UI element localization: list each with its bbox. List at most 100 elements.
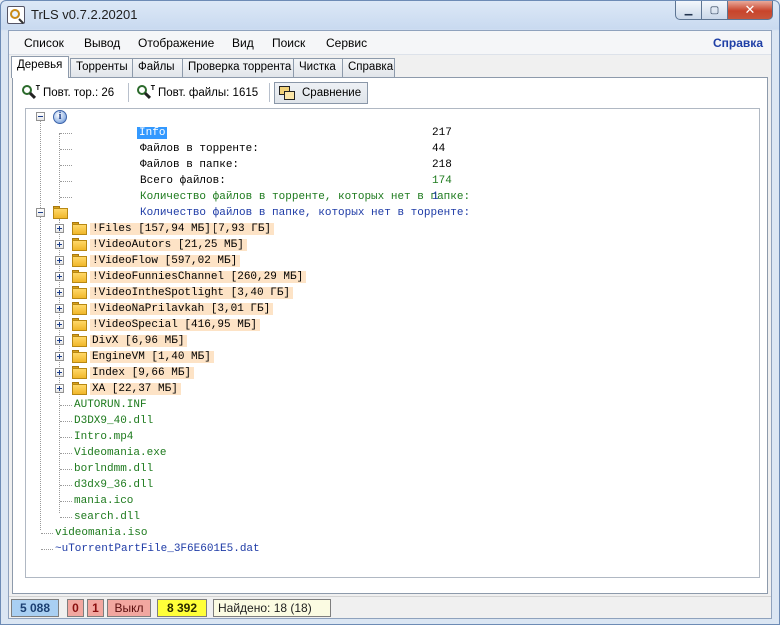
folder-icon — [72, 302, 87, 315]
repeat-files-button[interactable]: T Повт. файлы: 1615 — [136, 82, 258, 104]
expand-toggle[interactable] — [55, 224, 64, 233]
menu-display[interactable]: Отображение — [138, 36, 214, 50]
expand-toggle[interactable] — [55, 368, 64, 377]
repeat-torrents-button[interactable]: T Повт. тор.: 26 — [21, 82, 114, 104]
toolbar-separator — [269, 83, 270, 102]
status-bar: 5 088 0 1 Выкл 8 392 Найдено: 18 (18) — [9, 596, 771, 618]
tab-files[interactable]: Файлы — [132, 58, 183, 77]
info-stat-row[interactable]: Количество файлов в торренте, которых не… — [74, 173, 470, 203]
folder-icon — [72, 382, 87, 395]
subfolder-item[interactable]: XA [22,37 МБ] — [90, 383, 181, 395]
status-total: 8 392 — [157, 599, 207, 617]
client-area: Список Вывод Отображение Вид Поиск Серви… — [8, 30, 772, 619]
folder-icon — [72, 334, 87, 347]
folder-icon — [72, 254, 87, 267]
menu-list[interactable]: Список — [24, 36, 64, 50]
status-one: 1 — [87, 599, 104, 617]
subfolder-item[interactable]: Index [9,66 МБ] — [90, 367, 195, 379]
minimize-button[interactable]: ▁ — [675, 1, 702, 20]
file-item[interactable]: borlndmm.dll — [74, 461, 153, 477]
tab-torrent-check[interactable]: Проверка торрента — [182, 58, 294, 77]
search-duplicate-icon: T — [21, 85, 40, 101]
toolbar-separator — [128, 83, 129, 102]
subfolder-item[interactable]: DivX [6,96 МБ] — [90, 335, 188, 347]
file-tree[interactable]: i Info Файлов в торренте: 217 Файлов в п… — [25, 108, 760, 578]
expand-toggle[interactable] — [55, 288, 64, 297]
info-stat-row[interactable]: Файлов в папке: — [74, 141, 239, 171]
status-zero: 0 — [67, 599, 84, 617]
expand-toggle[interactable] — [55, 352, 64, 361]
menu-bar: Список Вывод Отображение Вид Поиск Серви… — [9, 31, 771, 55]
expand-toggle[interactable] — [55, 320, 64, 329]
file-item[interactable]: D3DX9_40.dll — [74, 413, 153, 429]
info-icon: i — [53, 110, 67, 124]
tab-cleanup[interactable]: Чистка — [293, 58, 343, 77]
repeat-torrents-label: Повт. тор.: 26 — [43, 87, 115, 99]
subfolder-item[interactable]: !Files [157,94 МБ] — [90, 223, 214, 235]
folder-icon — [53, 206, 68, 219]
menu-output[interactable]: Вывод — [84, 36, 120, 50]
expand-toggle[interactable] — [55, 336, 64, 345]
trees-panel: T Повт. тор.: 26 T Повт. файлы: 1615 Сра… — [12, 77, 768, 594]
subfolder-item[interactable]: !VideoFunniesChannel [260,29 МБ] — [90, 271, 307, 283]
file-item[interactable]: AUTORUN.INF — [74, 397, 147, 413]
root-file-item[interactable]: ~uTorrentPartFile_3F6E601E5.dat — [55, 541, 260, 557]
folder-icon — [72, 366, 87, 379]
expand-toggle[interactable] — [55, 272, 64, 281]
expand-toggle[interactable] — [55, 240, 64, 249]
subfolder-item[interactable]: !VideoSpecial [416,95 МБ] — [90, 319, 261, 331]
tab-trees[interactable]: Деревья — [11, 56, 69, 78]
search-duplicate-icon: T — [136, 85, 155, 101]
compare-label: Сравнение — [302, 87, 362, 99]
tab-help[interactable]: Справка — [342, 58, 395, 77]
file-item[interactable]: search.dll — [74, 509, 140, 525]
file-item[interactable]: mania.ico — [74, 493, 133, 509]
info-stat-value: 1 — [432, 191, 439, 203]
folder-icon — [72, 238, 87, 251]
subfolder-item[interactable]: EngineVM [1,40 МБ] — [90, 351, 214, 363]
status-off-toggle[interactable]: Выкл — [107, 599, 151, 617]
expand-toggle[interactable] — [55, 384, 64, 393]
root-file-item[interactable]: videomania.iso — [55, 525, 147, 541]
status-count: 5 088 — [11, 599, 59, 617]
subfolder-item[interactable]: !VideoAutors [21,25 МБ] — [90, 239, 247, 251]
repeat-files-label: Повт. файлы: 1615 — [158, 87, 259, 99]
info-stat-row[interactable]: Количество файлов в папке, которых нет в… — [74, 189, 470, 219]
menu-help[interactable]: Справка — [713, 36, 763, 50]
subfolder-item[interactable]: !VideoFlow [597,02 МБ] — [90, 255, 241, 267]
menu-view[interactable]: Вид — [232, 36, 254, 50]
folder-icon — [72, 222, 87, 235]
info-stat-value: 217 — [432, 127, 452, 139]
menu-service[interactable]: Сервис — [326, 36, 367, 50]
file-item[interactable]: Intro.mp4 — [74, 429, 133, 445]
videomania-collapse-toggle[interactable] — [36, 208, 45, 217]
app-magnifier-icon[interactable] — [7, 6, 25, 24]
file-item[interactable]: d3dx9_36.dll — [74, 477, 153, 493]
subfolder-item[interactable]: !VideoNaPrilavkah [3,01 ГБ] — [90, 303, 274, 315]
folder-icon — [72, 318, 87, 331]
close-button[interactable]: ✕ — [727, 1, 773, 20]
expand-toggle[interactable] — [55, 256, 64, 265]
trees-toolbar: T Повт. тор.: 26 T Повт. файлы: 1615 Сра… — [15, 80, 763, 106]
compare-folders-icon — [279, 85, 297, 101]
maximize-button[interactable]: ▢ — [701, 1, 728, 20]
info-stat-value: 44 — [432, 143, 446, 155]
info-stat-value: 174 — [432, 175, 452, 187]
info-stat-row[interactable]: Файлов в торренте: — [74, 125, 259, 155]
app-window: TrLS v0.7.2.20201 ▁ ▢ ✕ Список Вывод Ото… — [0, 0, 780, 625]
expand-toggle[interactable] — [55, 304, 64, 313]
subfolder-item[interactable]: !VideoIntheSpotlight [3,40 ГБ] — [90, 287, 294, 299]
title-bar[interactable]: TrLS v0.7.2.20201 ▁ ▢ ✕ — [1, 1, 779, 29]
info-collapse-toggle[interactable] — [36, 112, 45, 121]
info-stat-row[interactable]: Всего файлов: — [74, 157, 226, 187]
file-item[interactable]: Videomania.exe — [74, 445, 166, 461]
menu-search[interactable]: Поиск — [272, 36, 305, 50]
window-controls: ▁ ▢ ✕ — [675, 1, 773, 21]
compare-button[interactable]: Сравнение — [274, 82, 369, 104]
info-stat-value: 218 — [432, 159, 452, 171]
status-found: Найдено: 18 (18) — [213, 599, 331, 617]
window-title: TrLS v0.7.2.20201 — [31, 7, 138, 22]
tab-torrents[interactable]: Торренты — [70, 58, 133, 77]
folder-icon — [72, 350, 87, 363]
folder-icon — [72, 286, 87, 299]
